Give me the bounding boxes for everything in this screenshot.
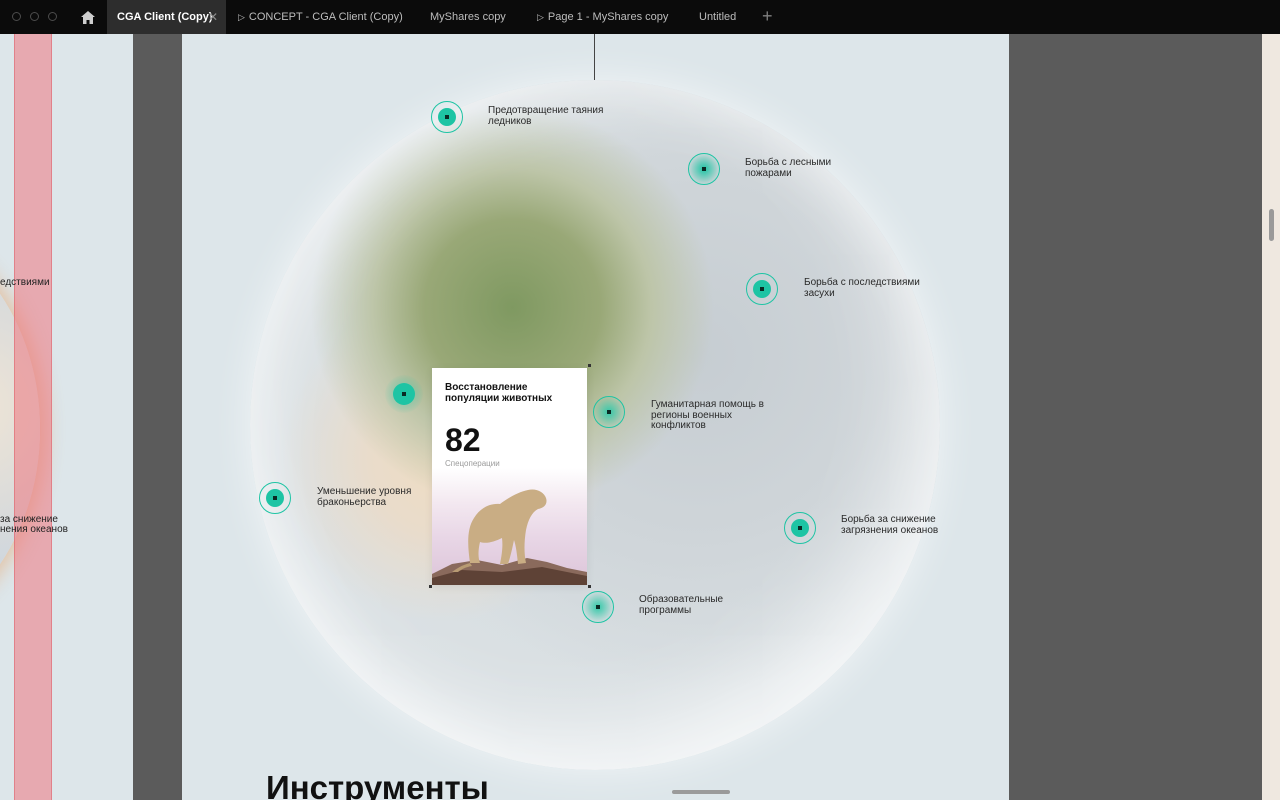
tab-concept-cga-client[interactable]: ▷ CONCEPT - CGA Client (Copy): [238, 0, 403, 34]
selection-corner: [588, 585, 591, 588]
tab-page1-myshares[interactable]: ▷ Page 1 - MyShares copy: [537, 0, 668, 34]
marker-forest-fires-label: Борьба с лесными пожарами: [745, 157, 832, 179]
label-line: пожарами: [745, 167, 792, 179]
tab-cga-client-copy[interactable]: CGA Client (Copy) ✕: [107, 0, 226, 34]
design-canvas[interactable]: едствиями за снижение нения океанов Пред…: [0, 34, 1280, 800]
label-line: Уменьшение уровня: [317, 486, 412, 497]
marker-drought-label: Борьба с последствиями засухи: [804, 277, 920, 299]
play-icon: ▷: [238, 12, 245, 22]
pink-column-guide: [14, 34, 52, 800]
horizontal-scrollbar[interactable]: [672, 790, 730, 794]
label-line: Предотвращение таяния: [488, 105, 604, 116]
label-line: загрязнения океанов: [841, 524, 939, 536]
marker-animal-population[interactable]: [385, 375, 423, 413]
window-maximize-dot[interactable]: [48, 12, 57, 21]
animal-population-card[interactable]: Восстановление популяции животных 82 Спе…: [432, 368, 587, 585]
tab-label: CGA Client (Copy): [117, 11, 213, 23]
vertical-scrollbar[interactable]: [1269, 209, 1274, 241]
marker-poaching[interactable]: [259, 482, 291, 514]
connector-line: [594, 34, 595, 80]
left-frame[interactable]: едствиями за снижение нения океанов: [0, 34, 133, 800]
tab-label: Page 1 - MyShares copy: [547, 11, 669, 23]
card-title-line: Восстановление: [445, 382, 528, 393]
tab-bar: CGA Client (Copy) ✕ ▷ CONCEPT - CGA Clien…: [0, 0, 1280, 34]
card-number: 82: [445, 422, 481, 458]
main-frame[interactable]: Предотвращение таяния ледников Борьба с …: [182, 34, 1009, 800]
marker-education-label: Образовательные программы: [639, 594, 724, 616]
new-tab-button[interactable]: +: [762, 0, 773, 34]
left-label-ocean-2: нения океанов: [0, 524, 68, 535]
tab-label: Untitled: [699, 11, 737, 23]
left-label-drought: едствиями: [0, 277, 50, 288]
marker-poaching-label: Уменьшение уровня браконьерства: [317, 486, 412, 508]
window-close-dot[interactable]: [12, 12, 21, 21]
label-line: конфликтов: [651, 420, 706, 431]
marker-glaciers[interactable]: [431, 101, 463, 133]
tab-label: MyShares copy: [430, 11, 506, 23]
marker-education[interactable]: [582, 591, 614, 623]
marker-ocean-pollution[interactable]: [784, 512, 816, 544]
label-line: браконьерства: [317, 496, 387, 508]
card-title-line: популяции животных: [445, 393, 553, 404]
selection-corner: [588, 364, 591, 367]
leopard-image: [432, 468, 587, 585]
leopard-illustration: [432, 489, 587, 585]
play-icon: ▷: [537, 12, 544, 22]
section-heading: Инструменты: [266, 769, 489, 800]
tab-myshares-copy[interactable]: MyShares copy: [430, 0, 506, 34]
plus-icon: +: [762, 6, 773, 26]
label-line: Образовательные: [639, 594, 724, 605]
label-line: Борьба за снижение: [841, 514, 936, 525]
tab-untitled[interactable]: Untitled: [699, 0, 736, 34]
marker-ocean-pollution-label: Борьба за снижение загрязнения океанов: [841, 514, 939, 536]
close-icon[interactable]: ✕: [208, 0, 218, 34]
marker-glaciers-label: Предотвращение таяния ледников: [488, 105, 604, 127]
home-button[interactable]: [74, 0, 102, 34]
tab-label: CONCEPT - CGA Client (Copy): [248, 11, 403, 23]
label-line: Гуманитарная помощь в: [651, 399, 764, 410]
card-title: Восстановление популяции животных: [445, 382, 575, 404]
selection-corner: [429, 585, 432, 588]
window-minimize-dot[interactable]: [30, 12, 39, 21]
label-line: засухи: [804, 287, 835, 299]
label-line: программы: [639, 604, 692, 616]
marker-drought[interactable]: [746, 273, 778, 305]
label-line: Борьба с последствиями: [804, 277, 920, 288]
marker-humanitarian-label: Гуманитарная помощь в регионы военных ко…: [651, 399, 764, 432]
label-line: Борьба с лесными: [745, 157, 832, 168]
marker-forest-fires[interactable]: [688, 153, 720, 185]
card-subtitle: Спецоперации: [445, 459, 500, 468]
marker-humanitarian[interactable]: [593, 396, 625, 428]
home-icon: [81, 10, 95, 24]
right-frame[interactable]: [1262, 34, 1280, 800]
earth-globe-image: [250, 80, 940, 770]
label-line: ледников: [488, 115, 532, 127]
